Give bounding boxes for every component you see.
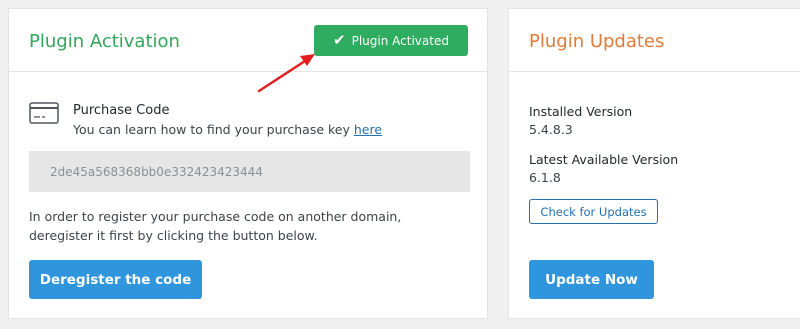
help-text: You can learn how to find your purchase … bbox=[73, 122, 354, 137]
plugin-activation-panel: Plugin Activation ✔ Plugin Activated Pur… bbox=[8, 8, 488, 319]
installed-version-value: 5.4.8.3 bbox=[529, 122, 573, 137]
credit-card-icon bbox=[29, 102, 59, 128]
red-arrow-annotation-icon bbox=[257, 54, 315, 93]
activation-header: Plugin Activation ✔ Plugin Activated bbox=[9, 9, 487, 72]
activation-title: Plugin Activation bbox=[29, 31, 180, 52]
purchase-code-help: You can learn how to find your purchase … bbox=[73, 122, 382, 137]
update-now-button[interactable]: Update Now bbox=[529, 260, 654, 299]
plugin-updates-panel: Plugin Updates Installed Version 5.4.8.3… bbox=[508, 8, 800, 319]
latest-version-label: Latest Available Version bbox=[529, 152, 679, 167]
installed-version-label: Installed Version bbox=[529, 104, 633, 119]
latest-version-value: 6.1.8 bbox=[529, 170, 561, 185]
deregister-note: In order to register your purchase code … bbox=[29, 209, 402, 243]
badge-label: Plugin Activated bbox=[351, 33, 449, 48]
purchase-code-field[interactable] bbox=[29, 151, 470, 192]
deregister-button[interactable]: Deregister the code bbox=[29, 260, 202, 299]
purchase-code-label: Purchase Code bbox=[73, 103, 170, 118]
check-for-updates-button[interactable]: Check for Updates bbox=[529, 199, 658, 224]
updates-title: Plugin Updates bbox=[529, 31, 665, 52]
checkmark-icon: ✔ bbox=[333, 31, 346, 49]
updates-header: Plugin Updates bbox=[509, 9, 800, 72]
help-link[interactable]: here bbox=[354, 122, 382, 137]
plugin-activated-badge: ✔ Plugin Activated bbox=[314, 25, 468, 56]
